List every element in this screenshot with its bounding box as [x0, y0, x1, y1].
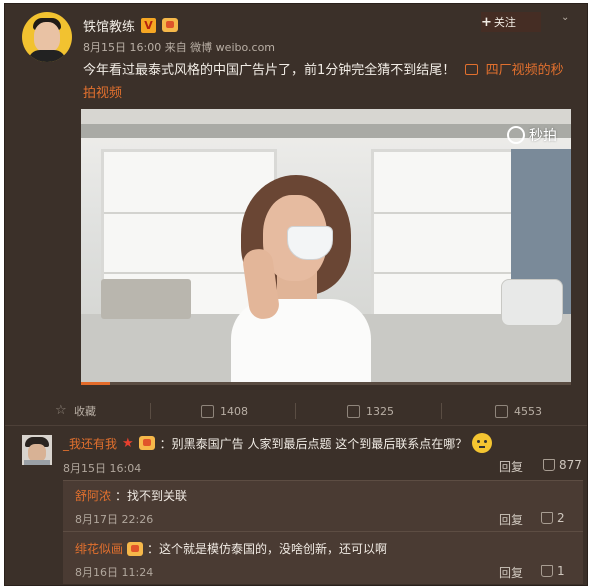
thumbs-up-icon: [543, 459, 555, 471]
reply-reply-button[interactable]: 回复: [499, 511, 523, 528]
reply-user[interactable]: 绯花似画: [75, 540, 123, 557]
follow-button[interactable]: + 关注: [481, 12, 541, 32]
window-bar: [374, 212, 514, 214]
favorite-label: 收藏: [74, 405, 96, 418]
follow-label: 关注: [493, 16, 516, 29]
repost-button[interactable]: 1408: [201, 401, 248, 421]
comment-user[interactable]: _我还有我: [63, 435, 117, 452]
reply-text: ：这个就是模仿泰国的，没啥创新，还可以啊: [147, 542, 388, 556]
reply-like-count: 1: [557, 564, 565, 578]
reply-user[interactable]: 舒阿浓: [75, 487, 111, 504]
avatar-body: [28, 50, 66, 62]
star-icon: ☆: [55, 402, 67, 418]
member-level-icon: [138, 436, 155, 450]
reply-item: 舒阿浓 ：找不到关联 8月17日 22:26 回复 2: [75, 481, 575, 529]
comment-icon: [347, 404, 360, 418]
avatar-face: [34, 22, 60, 52]
video-progress-bar[interactable]: [81, 382, 571, 385]
comment: _我还有我 ★ ：别黑泰国广告 人家到最后点题 这个到最后联系点在哪？: [63, 432, 493, 454]
member-level-icon: [127, 541, 144, 556]
video-link-icon: [465, 64, 479, 75]
reply-list: 舒阿浓 ：找不到关联 8月17日 22:26 回复 2 绯花似画 ：这个就是模仿…: [63, 480, 583, 584]
video-watermark-text: 秒拍: [529, 128, 557, 144]
video-scene-window-right: [371, 149, 517, 335]
comment-button[interactable]: 1325: [347, 401, 394, 421]
reply-divider: [63, 531, 583, 532]
thumbs-up-icon: [541, 512, 553, 524]
repost-icon: [201, 404, 214, 418]
commenter-avatar[interactable]: [22, 435, 52, 465]
video-scene-cabinet: [81, 109, 571, 124]
window-bar: [374, 272, 514, 274]
like-count: 4553: [514, 404, 542, 418]
reply-time: 8月16日 11:24: [75, 566, 154, 579]
avatar-shirt: [24, 460, 50, 465]
reply-like-button[interactable]: 1: [541, 564, 565, 578]
reply-reply-button[interactable]: 回复: [499, 564, 523, 581]
action-divider: [150, 403, 151, 419]
thumbs-up-icon: [541, 565, 553, 577]
reply-item: 绯花似画 ：这个就是模仿泰国的，没啥创新，还可以啊 8月16日 11:24 回复…: [75, 534, 575, 582]
post-text: 今年看过最泰式风格的中国广告片了，前1分钟完全猜不到结尾！ 四厂视频的秒拍视频: [83, 59, 575, 105]
author-avatar[interactable]: [22, 12, 72, 62]
verified-v-icon: V: [141, 17, 157, 33]
action-divider: [441, 403, 442, 419]
reply-like-button[interactable]: 2: [541, 511, 565, 525]
post-action-bar: ☆ 收藏 1408 1325 4553: [5, 401, 587, 423]
comment-like-count: 877: [559, 458, 582, 472]
reply-text: ：找不到关联: [115, 489, 188, 503]
reply-time: 8月17日 22:26: [75, 513, 154, 526]
reply-line: 绯花似画 ：这个就是模仿泰国的，没啥创新，还可以啊: [75, 540, 387, 557]
action-divider: [295, 403, 296, 419]
thinking-emoji-icon: [472, 433, 493, 453]
comment-count: 1325: [366, 404, 394, 418]
section-divider: [5, 425, 587, 426]
comment-like-button[interactable]: 877: [543, 458, 582, 472]
post-body: 今年看过最泰式风格的中国广告片了，前1分钟完全猜不到结尾！: [83, 63, 456, 78]
video-scene-kettle: [501, 279, 563, 326]
author-row: 铁馆教练 V: [83, 15, 179, 35]
video-scene-appliances: [101, 279, 191, 319]
plus-icon: +: [481, 14, 492, 30]
chevron-down-icon[interactable]: ⌄: [561, 12, 573, 24]
reply-like-count: 2: [557, 511, 565, 525]
comment-time: 8月15日 16:04: [63, 462, 142, 475]
weibo-post-card: 铁馆教练 V 8月15日 16:00 来自 微博 weibo.com + 关注 …: [4, 3, 588, 586]
like-button[interactable]: 4553: [495, 401, 542, 421]
favorite-button[interactable]: ☆ 收藏: [55, 401, 96, 421]
member-level-icon: [162, 18, 179, 32]
thumbs-up-icon: [495, 404, 508, 418]
post-meta: 8月15日 16:00 来自 微博 weibo.com: [83, 41, 276, 54]
reply-line: 舒阿浓 ：找不到关联: [75, 487, 187, 504]
author-name[interactable]: 铁馆教练: [83, 16, 135, 35]
comment-text: ：别黑泰国广告 人家到最后点题 这个到最后联系点在哪？: [159, 436, 468, 451]
camera-icon: [507, 126, 525, 144]
comment-reply-button[interactable]: 回复: [499, 458, 523, 475]
video-scene-shelf: [81, 124, 571, 138]
repost-count: 1408: [220, 404, 248, 418]
star-icon: ★: [122, 435, 134, 451]
video-watermark: 秒拍: [507, 125, 557, 145]
video-player[interactable]: 秒拍: [81, 109, 571, 385]
video-cup: [287, 226, 333, 260]
video-progress-fill: [81, 382, 111, 385]
